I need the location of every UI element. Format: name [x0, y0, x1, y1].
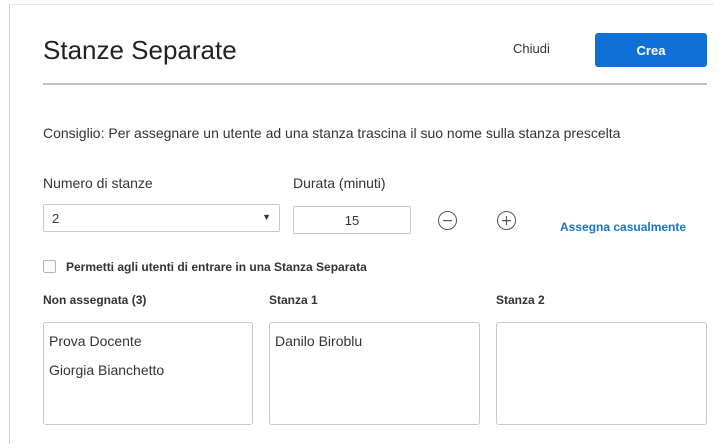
create-button[interactable]: Crea [595, 33, 707, 67]
header-divider [43, 83, 707, 85]
room-2-box[interactable] [496, 322, 707, 425]
user-item[interactable]: Prova Docente [49, 327, 247, 356]
dropdown-arrow-icon: ▼ [262, 212, 271, 222]
breakout-rooms-modal: Stanze Separate Chiudi Crea Consiglio: P… [9, 4, 714, 444]
duration-label: Durata (minuti) [293, 175, 386, 191]
unassigned-users-box[interactable]: Prova Docente Giorgia Bianchetto [43, 322, 253, 425]
column-title-room-2: Stanza 2 [496, 293, 545, 307]
column-title-unassigned: Non assegnata (3) [43, 293, 147, 307]
plus-circle-icon[interactable]: + [497, 211, 516, 230]
minus-circle-icon[interactable]: − [438, 211, 457, 230]
user-item[interactable]: Giorgia Bianchetto [49, 356, 247, 385]
room-1-box[interactable]: Danilo Biroblu [269, 322, 480, 425]
random-assign-link[interactable]: Assegna casualmente [560, 220, 686, 234]
rooms-count-label: Numero di stanze [43, 175, 153, 191]
column-title-room-1: Stanza 1 [269, 293, 318, 307]
duration-input[interactable] [293, 206, 411, 234]
modal-title: Stanze Separate [43, 35, 237, 65]
allow-join-checkbox[interactable] [43, 260, 56, 273]
rooms-count-select[interactable]: 2 ▼ [43, 204, 280, 232]
allow-join-label: Permetti agli utenti di entrare in una S… [66, 260, 367, 274]
tip-text: Consiglio: Per assegnare un utente ad un… [43, 125, 621, 141]
user-item[interactable]: Danilo Biroblu [275, 327, 474, 356]
close-button[interactable]: Chiudi [513, 41, 550, 56]
rooms-count-value: 2 [52, 211, 60, 226]
